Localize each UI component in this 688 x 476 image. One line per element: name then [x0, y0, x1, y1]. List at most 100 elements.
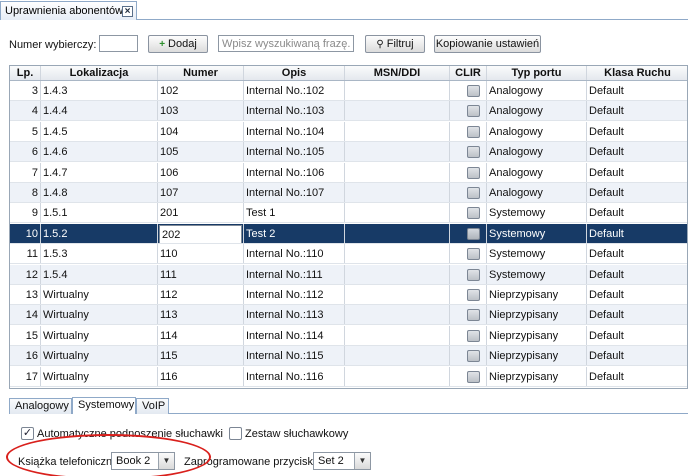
cell-opis: Internal No.:110: [244, 244, 345, 264]
clir-checkbox[interactable]: [467, 125, 480, 138]
port-type-tabs: Analogowy Systemowy VoIP: [9, 397, 688, 414]
cell-msn: [345, 223, 450, 243]
number-input[interactable]: [99, 35, 138, 52]
table-row[interactable]: 6 1.4.6 105 Internal No.:105 Analogowy Defaul…: [10, 142, 687, 163]
cell-typ-portu: Analogowy: [487, 142, 587, 162]
clir-checkbox[interactable]: [467, 309, 480, 322]
tab-analogowy[interactable]: Analogowy: [9, 398, 72, 414]
cell-clir: [450, 162, 487, 182]
clir-checkbox[interactable]: [467, 105, 480, 118]
table-row[interactable]: 11 1.5.3 110 Internal No.:110 Systemowy Defau…: [10, 244, 687, 265]
cell-msn: [345, 81, 450, 100]
col-header-opis[interactable]: Opis: [244, 66, 345, 80]
clir-checkbox[interactable]: [467, 370, 480, 383]
clir-checkbox[interactable]: [467, 227, 480, 240]
cell-klasa-ruchu: Default: [587, 81, 687, 100]
cell-typ-portu: Nieprzypisany: [487, 325, 587, 345]
tab-voip[interactable]: VoIP: [136, 398, 169, 414]
clir-checkbox[interactable]: [467, 85, 480, 97]
table-row[interactable]: 8 1.4.8 107 Internal No.:107 Analogowy Defaul…: [10, 183, 687, 203]
clir-checkbox[interactable]: [467, 350, 480, 363]
cell-clir: [450, 142, 487, 162]
table-row[interactable]: 14 Wirtualny 113 Internal No.:113 Nieprzypis…: [10, 305, 687, 326]
clir-checkbox[interactable]: [467, 268, 480, 281]
clir-checkbox[interactable]: [467, 187, 480, 199]
subscriber-table: Lp. Lokalizacja Numer Opis MSN/DDI CLIR …: [9, 65, 688, 389]
headset-checkbox[interactable]: [229, 427, 242, 440]
cell-typ-portu: Nieprzypisany: [487, 366, 587, 386]
table-row[interactable]: 12 1.5.4 111 Internal No.:111 Systemowy Defau…: [10, 264, 687, 285]
cell-clir: [450, 81, 487, 100]
cell-typ-portu: Analogowy: [487, 162, 587, 182]
col-header-lp[interactable]: Lp.: [10, 66, 41, 80]
filter-button-label: Filtruj: [386, 38, 414, 50]
col-header-numer[interactable]: Numer: [158, 66, 244, 80]
programmed-keys-select[interactable]: Set 2 ▼: [313, 452, 371, 470]
phonebook-select[interactable]: Book 2 ▼: [111, 452, 175, 470]
col-header-lokalizacja[interactable]: Lokalizacja: [41, 66, 158, 80]
close-icon[interactable]: ×: [122, 6, 133, 17]
cell-clir: [450, 244, 487, 264]
cell-numer: 114: [158, 325, 244, 345]
cell-lp: 8: [10, 183, 41, 202]
add-button[interactable]: + Dodaj: [148, 35, 208, 53]
filter-icon: ⚲: [376, 39, 384, 50]
table-row[interactable]: 16 Wirtualny 115 Internal No.:115 Nieprzypis…: [10, 346, 687, 367]
table-row[interactable]: 15 Wirtualny 114 Internal No.:114 Nieprzypis…: [10, 325, 687, 346]
cell-numer: 113: [158, 305, 244, 325]
table-row[interactable]: 7 1.4.7 106 Internal No.:106 Analogowy Defaul…: [10, 162, 687, 183]
cell-opis: Internal No.:106: [244, 162, 345, 182]
table-row[interactable]: 17 Wirtualny 116 Internal No.:116 Nieprzypis…: [10, 366, 687, 387]
cell-msn: [345, 366, 450, 386]
tab-systemowy[interactable]: Systemowy: [72, 397, 136, 414]
search-input[interactable]: [218, 35, 354, 52]
filter-button[interactable]: ⚲ Filtruj: [365, 35, 425, 53]
clir-checkbox[interactable]: [467, 289, 480, 301]
clir-checkbox[interactable]: [467, 207, 480, 220]
cell-msn: [345, 101, 450, 121]
cell-klasa-ruchu: Default: [587, 183, 687, 202]
chevron-down-icon: ▼: [354, 453, 370, 469]
cell-numer: 105: [158, 142, 244, 162]
table-row[interactable]: 9 1.5.1 201 Test 1 Systemowy Default: [10, 203, 687, 224]
cell-numer: 111: [158, 264, 244, 284]
toolbar: Numer wybierczy: +Dodaj ⚲Filtruj Kopiowa…: [0, 34, 688, 54]
cell-clir: [450, 264, 487, 284]
window-tab[interactable]: Uprawnienia abonentów ×: [0, 1, 137, 20]
table-row[interactable]: 13 Wirtualny 112 Internal No.:112 Nieprzypis…: [10, 285, 687, 305]
clir-checkbox[interactable]: [467, 329, 480, 342]
table-row[interactable]: 5 1.4.5 104 Internal No.:104 Analogowy Defaul…: [10, 121, 687, 142]
cell-typ-portu: Analogowy: [487, 121, 587, 141]
window-tab-bar: Uprawnienia abonentów ×: [0, 0, 688, 20]
cell-clir: [450, 366, 487, 386]
cell-msn: [345, 142, 450, 162]
cell-klasa-ruchu: Default: [587, 265, 687, 284]
cell-lokalizacja: Wirtualny: [41, 305, 158, 325]
cell-typ-portu: Systemowy: [487, 223, 587, 243]
col-header-typ-portu[interactable]: Typ portu: [487, 66, 587, 80]
cell-opis: Internal No.:115: [244, 346, 345, 366]
cell-lokalizacja: 1.4.7: [41, 162, 158, 182]
highlight-ellipse: [6, 434, 211, 476]
cell-lokalizacja: 1.5.1: [41, 203, 158, 223]
table-row[interactable]: 4 1.4.4 103 Internal No.:103 Analogowy Defaul…: [10, 101, 687, 122]
cell-klasa-ruchu: Default: [587, 203, 687, 222]
cell-lokalizacja: 1.4.3: [41, 81, 158, 100]
cell-lp: 17: [10, 366, 41, 386]
window-tab-title: Uprawnienia abonentów: [5, 5, 124, 17]
cell-msn: [345, 183, 450, 202]
copy-settings-button[interactable]: Kopiowanie ustawień: [434, 35, 541, 53]
col-header-clir[interactable]: CLIR: [450, 66, 487, 80]
table-row[interactable]: 3 1.4.3 102 Internal No.:102 Analogowy Defaul…: [10, 81, 687, 101]
numer-edit-input[interactable]: 202: [159, 224, 242, 243]
table-row[interactable]: 10 1.5.2 202 Test 2 Systemowy Default: [10, 223, 687, 244]
cell-opis: Internal No.:107: [244, 183, 345, 202]
col-header-msn[interactable]: MSN/DDI: [345, 66, 450, 80]
clir-checkbox[interactable]: [467, 166, 480, 179]
auto-pickup-checkbox[interactable]: ✓: [21, 427, 34, 440]
clir-checkbox[interactable]: [467, 146, 480, 159]
cell-opis: Internal No.:116: [244, 366, 345, 386]
cell-clir: [450, 346, 487, 366]
col-header-klasa-ruchu[interactable]: Klasa Ruchu: [587, 66, 687, 80]
clir-checkbox[interactable]: [467, 248, 480, 261]
